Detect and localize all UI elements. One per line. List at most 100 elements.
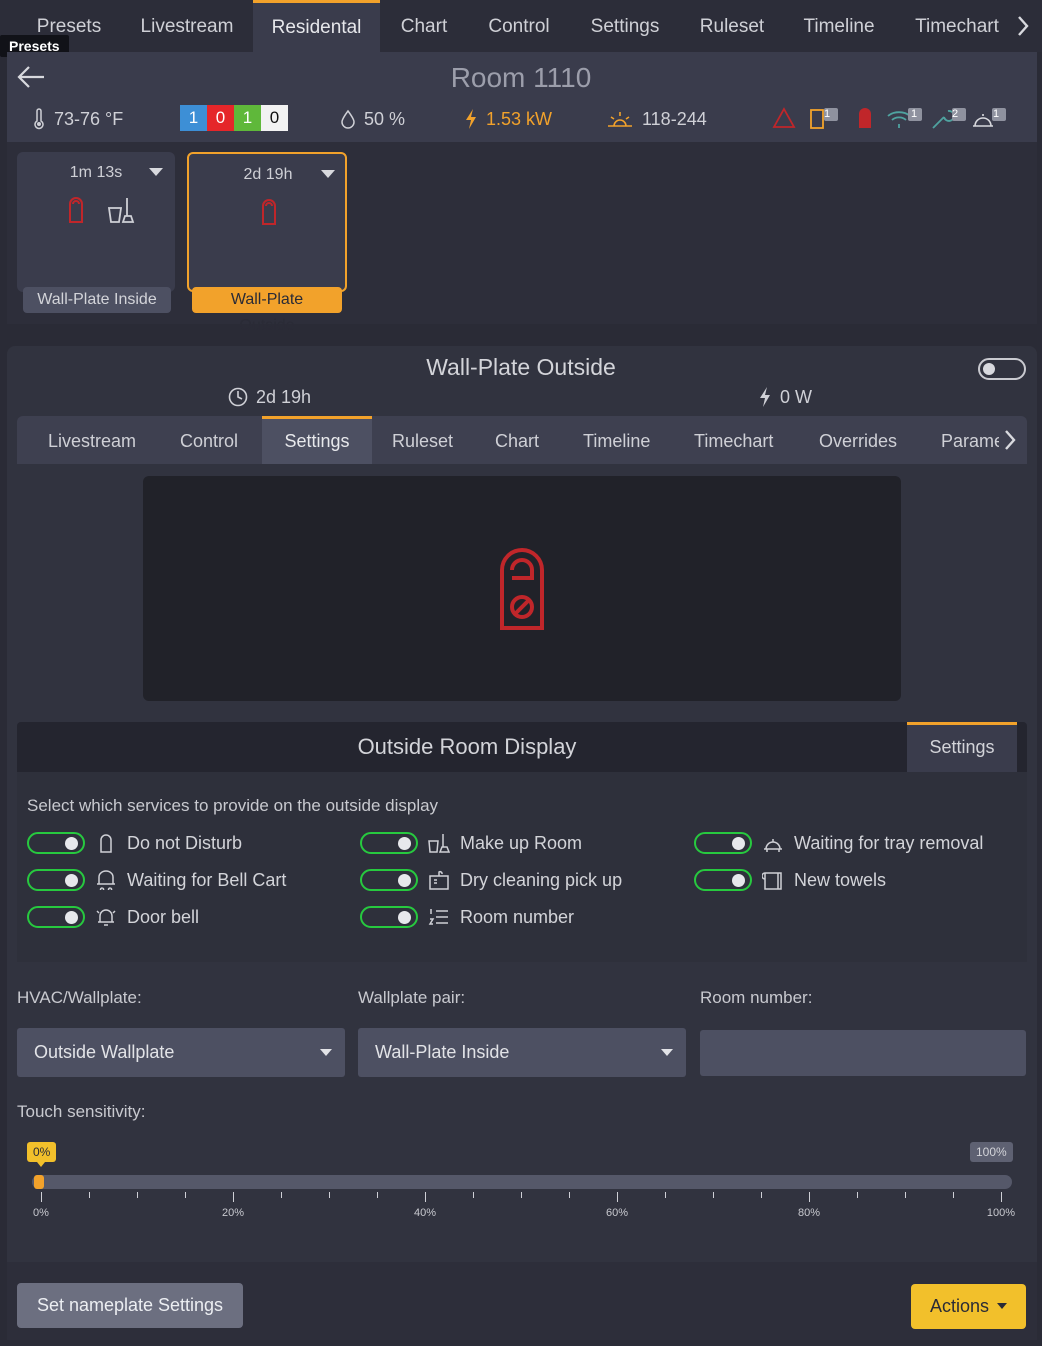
tab-settings[interactable]: Settings bbox=[580, 0, 670, 52]
door-count-badge: 1 bbox=[824, 108, 831, 120]
toggle-switch[interactable] bbox=[360, 832, 418, 854]
do-not-disturb-status-icon[interactable] bbox=[856, 106, 874, 130]
humidity-value: 50 % bbox=[364, 108, 406, 129]
slider-tick bbox=[425, 1192, 426, 1202]
wifi-count-badge: 1 bbox=[911, 108, 918, 120]
slider-tick bbox=[473, 1192, 474, 1198]
tab-timechart[interactable]: Timechart bbox=[904, 0, 1010, 52]
device-card-outside[interactable]: 2d 19h bbox=[187, 152, 347, 292]
count-blue: 1 bbox=[180, 105, 207, 131]
device-card-inside[interactable]: 1m 13s bbox=[17, 152, 175, 292]
subtab-ruleset[interactable]: Ruleset bbox=[392, 416, 453, 464]
chevron-right-icon[interactable] bbox=[1016, 14, 1030, 38]
service-label: Room number bbox=[460, 906, 575, 927]
toggle-switch[interactable] bbox=[694, 832, 752, 854]
device-toggle[interactable] bbox=[978, 358, 1026, 380]
bell-cart-icon bbox=[95, 870, 117, 890]
tab-chart[interactable]: Chart bbox=[390, 0, 458, 52]
power-value: 1.53 kW bbox=[486, 108, 553, 129]
service-door-bell: Door bell bbox=[27, 905, 199, 929]
service-bell-cart: Waiting for Bell Cart bbox=[27, 868, 286, 892]
service-label: Do not Disturb bbox=[127, 832, 243, 853]
chevron-right-icon[interactable] bbox=[1003, 428, 1017, 452]
tab-ruleset[interactable]: Ruleset bbox=[690, 0, 774, 52]
slider-tick-label: 40% bbox=[413, 1207, 437, 1219]
temperature-value: 73-76 °F bbox=[54, 108, 124, 129]
device-label-outside[interactable]: Wall-Plate Outside bbox=[192, 287, 342, 334]
toggle-switch[interactable] bbox=[694, 869, 752, 891]
toggle-switch[interactable] bbox=[27, 832, 85, 854]
hvac-label: HVAC/Wallplate: bbox=[17, 988, 142, 1007]
do-not-disturb-icon bbox=[498, 546, 546, 632]
door-bell-icon bbox=[95, 907, 117, 927]
slider-tick bbox=[377, 1192, 378, 1198]
slider-tick bbox=[761, 1192, 762, 1198]
room-number-icon bbox=[428, 907, 450, 927]
slider-tick-label: 20% bbox=[221, 1207, 245, 1219]
device-power-value: 0 W bbox=[780, 386, 813, 407]
slider-tick-label: 60% bbox=[605, 1207, 629, 1219]
wrench-icon[interactable] bbox=[930, 106, 966, 130]
wallplate-pair-label: Wallplate pair: bbox=[358, 988, 466, 1007]
service-do-not-disturb: Do not Disturb bbox=[27, 831, 242, 855]
slider-tick bbox=[89, 1192, 90, 1198]
device-label-inside[interactable]: Wall-Plate Inside bbox=[23, 287, 171, 313]
toggle-switch[interactable] bbox=[27, 869, 85, 891]
slider-tick bbox=[1001, 1192, 1002, 1202]
actions-button[interactable]: Actions bbox=[911, 1284, 1026, 1329]
bell-count-badge: 1 bbox=[993, 108, 1000, 120]
toggle-switch[interactable] bbox=[360, 906, 418, 928]
caret-down-icon[interactable] bbox=[149, 168, 163, 178]
device-power-stat: 0 W bbox=[758, 386, 812, 408]
hvac-select[interactable]: Outside Wallplate bbox=[17, 1028, 345, 1077]
slider-value-badge: 0% bbox=[27, 1142, 57, 1162]
subtab-timeline[interactable]: Timeline bbox=[583, 416, 650, 464]
caret-down-icon bbox=[997, 1303, 1008, 1309]
room-title: Room 1110 bbox=[450, 62, 592, 93]
hvac-select-value: Outside Wallplate bbox=[34, 1042, 175, 1062]
subtab-livestream[interactable]: Livestream bbox=[48, 416, 136, 464]
device-title: Wall-Plate Outside bbox=[426, 354, 616, 380]
toggle-switch[interactable] bbox=[360, 869, 418, 891]
subtab-parameters[interactable]: Parame bbox=[941, 416, 999, 464]
tab-control[interactable]: Control bbox=[478, 0, 560, 52]
service-label: Door bell bbox=[127, 906, 200, 927]
slider-tick bbox=[185, 1192, 186, 1198]
toggle-switch[interactable] bbox=[27, 906, 85, 928]
tab-residental[interactable]: Residental bbox=[253, 0, 380, 55]
slider-tick-label: 80% bbox=[797, 1207, 821, 1219]
sensitivity-slider-thumb[interactable] bbox=[34, 1175, 44, 1189]
top-tab-bar: Presets Livestream Residental Chart Cont… bbox=[0, 0, 1042, 55]
subtab-overrides[interactable]: Overrides bbox=[819, 416, 897, 464]
slider-tick bbox=[665, 1192, 666, 1198]
touch-sensitivity-label: Touch sensitivity: bbox=[17, 1102, 146, 1121]
outside-display-settings-tab[interactable]: Settings bbox=[907, 722, 1017, 772]
caret-down-icon[interactable] bbox=[321, 170, 335, 180]
subtab-chart[interactable]: Chart bbox=[495, 416, 539, 464]
tab-livestream[interactable]: Livestream bbox=[128, 0, 246, 52]
alert-icon[interactable] bbox=[772, 106, 796, 130]
slider-tick bbox=[521, 1192, 522, 1198]
set-nameplate-button[interactable]: Set nameplate Settings bbox=[17, 1283, 243, 1328]
bell-service-icon[interactable] bbox=[970, 106, 1008, 130]
towel-icon bbox=[762, 870, 784, 890]
subtab-control[interactable]: Control bbox=[180, 416, 238, 464]
subtab-timechart[interactable]: Timechart bbox=[694, 416, 773, 464]
subtab-settings[interactable]: Settings bbox=[262, 416, 372, 464]
make-up-room-icon bbox=[107, 196, 135, 224]
slider-tick bbox=[281, 1192, 282, 1198]
device-tab-bar: Livestream Control Settings Ruleset Char… bbox=[17, 416, 1027, 464]
room-number-input[interactable] bbox=[700, 1030, 1026, 1076]
occupancy-counts: 1 0 1 0 bbox=[180, 105, 288, 131]
service-label: Waiting for tray removal bbox=[794, 832, 984, 853]
slider-tick bbox=[809, 1192, 810, 1202]
sensitivity-slider-track[interactable] bbox=[32, 1175, 1012, 1189]
wallplate-pair-select[interactable]: Wall-Plate Inside bbox=[358, 1028, 686, 1077]
power-stat: 1.53 kW bbox=[464, 108, 552, 130]
make-up-room-icon bbox=[428, 833, 450, 853]
temperature-stat: 73-76 °F bbox=[32, 108, 123, 130]
clock-icon bbox=[228, 387, 248, 407]
tab-timeline[interactable]: Timeline bbox=[794, 0, 884, 52]
slider-tick bbox=[41, 1192, 42, 1202]
service-make-up-room: Make up Room bbox=[360, 831, 582, 855]
